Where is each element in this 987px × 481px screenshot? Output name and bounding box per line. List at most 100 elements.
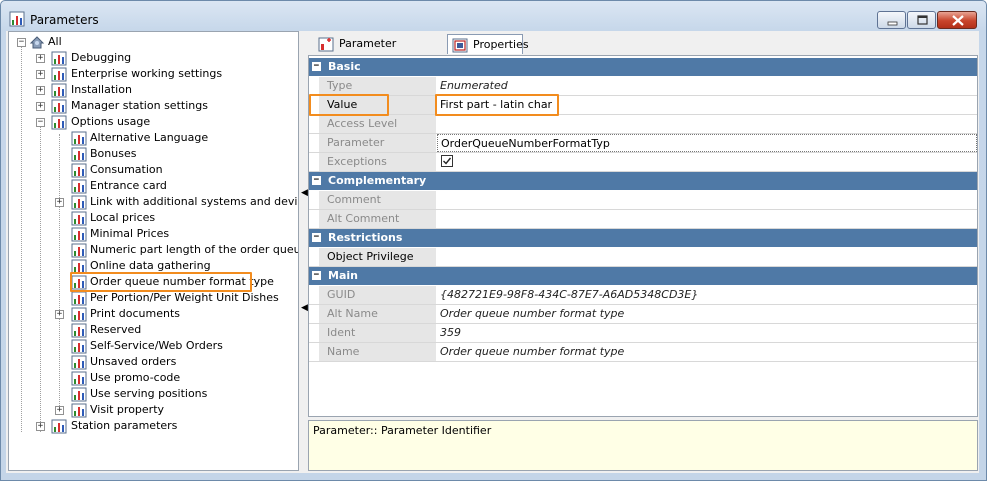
tree-label: Visit property [90,403,165,416]
property-row-object-privilege[interactable]: Object Privilege [309,248,977,267]
tree-label: Consumation [90,163,163,176]
category-label: Complementary [328,174,427,187]
tree-node[interactable]: Bonuses [9,146,298,162]
highlight-annotation [435,94,559,116]
property-row-name[interactable]: Name Order queue number format type [309,343,977,362]
maximize-icon [917,15,928,25]
minimize-button[interactable] [877,11,906,29]
property-value[interactable] [437,248,977,266]
tree-node[interactable]: + Print documents [9,306,298,322]
tree-node-all[interactable]: − All [9,34,298,50]
window-title: Parameters [30,13,99,27]
property-grid[interactable]: − Basic Type Enumerated Value First part… [308,55,978,417]
tree-node[interactable]: + Station parameters [9,418,298,434]
expand-icon[interactable]: + [36,70,45,79]
expand-icon[interactable]: + [55,406,64,415]
category-basic[interactable]: − Basic [309,58,977,76]
parameter-tree[interactable]: − All + Debugging + Enterprise working s… [8,31,299,471]
tree-node[interactable]: Consumation [9,162,298,178]
tree-node[interactable]: Minimal Prices [9,226,298,242]
tree-node[interactable]: + Installation [9,82,298,98]
property-value[interactable] [437,115,977,133]
expand-icon[interactable]: + [36,102,45,111]
property-value[interactable] [437,210,977,228]
tree-node[interactable]: Reserved [9,322,298,338]
property-row-exceptions[interactable]: Exceptions [309,153,977,172]
maximize-button[interactable] [907,11,936,29]
property-row-alt-comment[interactable]: Alt Comment [309,210,977,229]
parameter-icon [71,131,87,146]
collapse-icon[interactable]: − [312,62,321,71]
expand-icon[interactable]: + [55,198,64,207]
parameter-icon [71,387,87,402]
tree-label: Use serving positions [90,387,208,400]
property-value: {482721E9-98F8-434C-87E7-A6AD5348CD3E} [440,288,699,301]
tree-node[interactable]: Use promo-code [9,370,298,386]
exceptions-checkbox[interactable] [441,155,453,167]
tree-node[interactable]: Numeric part length of the order queue n [9,242,298,258]
tree-node[interactable]: + Enterprise working settings [9,66,298,82]
expand-icon[interactable]: + [36,54,45,63]
property-row-guid[interactable]: GUID {482721E9-98F8-434C-87E7-A6AD5348CD… [309,286,977,305]
tree-node[interactable]: Alternative Language [9,130,298,146]
expand-icon[interactable]: + [36,422,45,431]
property-row-ident[interactable]: Ident 359 [309,324,977,343]
close-button[interactable] [937,11,977,29]
category-label: Restrictions [328,231,403,244]
collapse-icon[interactable]: − [312,176,321,185]
property-value[interactable] [437,191,977,209]
splitter[interactable]: ◀ ◀ [299,31,308,471]
highlight-annotation [309,94,389,116]
tree-node-options-usage[interactable]: − Options usage [9,114,298,130]
tree-node[interactable]: Per Portion/Per Weight Unit Dishes [9,290,298,306]
category-complementary[interactable]: − Complementary [309,172,977,190]
property-name: Access Level [319,115,436,133]
tree-node[interactable]: + Link with additional systems and devic… [9,194,299,210]
property-value: Order queue number format type [440,345,625,358]
tree-label: Link with additional systems and devices [90,195,299,208]
collapse-icon[interactable]: − [36,118,45,127]
category-main[interactable]: − Main [309,267,977,285]
parameter-group-icon [71,307,87,322]
tree-label: Debugging [71,51,132,64]
tree-node[interactable]: + Manager station settings [9,98,298,114]
collapse-left-icon[interactable]: ◀ [301,303,308,313]
property-name: Exceptions [319,153,436,171]
parameter-group-icon [51,67,67,82]
tree-label: Use promo-code [90,371,181,384]
tree-node[interactable]: Local prices [9,210,298,226]
collapse-icon[interactable]: − [17,38,26,47]
tree-node[interactable]: + Debugging [9,50,298,66]
tree-label: Entrance card [90,179,167,192]
collapse-left-icon[interactable]: ◀ [301,188,308,198]
property-name: Alt Comment [319,210,436,228]
property-name: Object Privilege [319,248,436,266]
tree-node[interactable]: Use serving positions [9,386,298,402]
parameter-group-icon [51,419,67,434]
property-row-type[interactable]: Type Enumerated [309,77,977,96]
property-row-value[interactable]: Value First part - latin char [309,96,977,115]
collapse-icon[interactable]: − [312,271,321,280]
tab-properties[interactable]: Properties [447,34,529,54]
property-row-parameter[interactable]: Parameter OrderQueueNumberFormatTyp [309,134,977,153]
expand-icon[interactable]: + [36,86,45,95]
parameter-icon [71,147,87,162]
category-restrictions[interactable]: − Restrictions [309,229,977,247]
parameter-icon [71,179,87,194]
property-row-alt-name[interactable]: Alt Name Order queue number format type [309,305,977,324]
tree-label: Manager station settings [71,99,208,112]
expand-icon[interactable]: + [55,310,64,319]
collapse-icon[interactable]: − [312,233,321,242]
title-bar[interactable]: Parameters [1,1,986,32]
highlight-annotation [70,272,252,292]
tree-node[interactable]: + Visit property [9,402,298,418]
tree-node[interactable]: Self-Service/Web Orders [9,338,298,354]
property-row-access-level[interactable]: Access Level [309,115,977,134]
description-text: Parameter:: Parameter Identifier [313,424,492,437]
tree-node[interactable]: Unsaved orders [9,354,298,370]
property-name: Name [319,343,436,361]
property-value[interactable]: OrderQueueNumberFormatTyp [437,134,977,152]
property-row-comment[interactable]: Comment [309,191,977,210]
tree-node[interactable]: Entrance card [9,178,298,194]
tab-parameter-exceptions[interactable]: Parameter Exceptions [314,34,450,70]
